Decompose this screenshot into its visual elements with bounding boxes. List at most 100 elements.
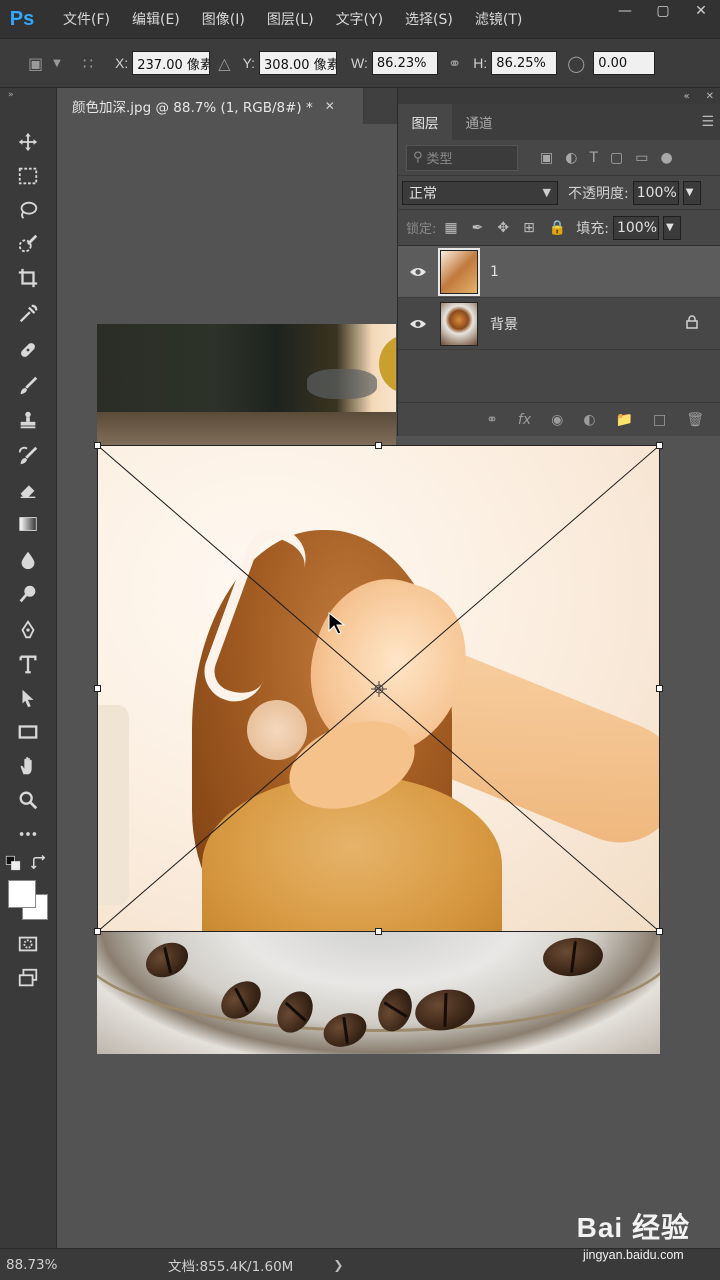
- chevron-right-icon[interactable]: ❯: [333, 1258, 343, 1272]
- pen-tool-icon[interactable]: [14, 616, 42, 644]
- eraser-tool-icon[interactable]: [14, 476, 42, 504]
- lock-all-icon[interactable]: 🔒: [549, 220, 566, 236]
- fill-dropdown-icon[interactable]: ▼: [662, 215, 681, 240]
- adjustment-layer-icon[interactable]: ◐: [583, 412, 595, 428]
- zoom-level-field[interactable]: 88.73%: [0, 1257, 58, 1273]
- transform-handle-top-right[interactable]: [656, 442, 663, 449]
- transform-handle-right[interactable]: [656, 685, 663, 692]
- blend-mode-select[interactable]: 正常 ▼: [402, 180, 558, 205]
- reference-point-icon[interactable]: ∷: [83, 54, 93, 73]
- filter-toggle-icon[interactable]: ●: [660, 150, 672, 166]
- fill-label: 填充:: [576, 220, 609, 237]
- close-icon[interactable]: ✕: [682, 0, 720, 22]
- opacity-field[interactable]: 100%: [632, 180, 679, 205]
- menu-file[interactable]: 文件(F): [52, 9, 121, 29]
- minimize-icon[interactable]: —: [606, 0, 644, 22]
- transform-handle-bottom-right[interactable]: [656, 928, 663, 935]
- width-field[interactable]: 86.23%: [371, 51, 438, 75]
- angle-field[interactable]: 0.00: [593, 51, 656, 75]
- move-tool-icon[interactable]: [14, 128, 42, 156]
- blur-tool-icon[interactable]: [14, 546, 42, 574]
- menu-edit[interactable]: 编辑(E): [121, 9, 191, 29]
- y-position-field[interactable]: 308.00 像素: [259, 51, 338, 75]
- dodge-tool-icon[interactable]: [14, 580, 42, 608]
- crop-tool-icon[interactable]: [14, 264, 42, 292]
- tab-channels[interactable]: 通道: [452, 104, 506, 140]
- restore-icon[interactable]: ▢: [644, 0, 682, 22]
- new-layer-icon[interactable]: □: [653, 412, 666, 428]
- gradient-tool-icon[interactable]: [14, 510, 42, 538]
- free-transform-box[interactable]: [94, 442, 663, 935]
- tab-strip-filler: [364, 88, 398, 124]
- chevron-down-icon: ▼: [542, 186, 551, 199]
- zoom-tool-icon[interactable]: [14, 786, 42, 814]
- quick-mask-icon[interactable]: [14, 930, 42, 958]
- chevron-down-icon[interactable]: ▼: [53, 58, 61, 69]
- visibility-eye-icon[interactable]: [398, 266, 438, 278]
- menu-layer[interactable]: 图层(L): [256, 9, 325, 29]
- filter-pixel-icon[interactable]: ▣: [540, 150, 553, 166]
- history-brush-tool-icon[interactable]: [14, 442, 42, 470]
- layer-filter-select[interactable]: ⚲ 类型: [406, 144, 518, 171]
- default-colors-icon[interactable]: [4, 854, 22, 872]
- filter-type-icon[interactable]: T: [589, 150, 598, 166]
- lock-image-pixels-icon[interactable]: ✒: [472, 220, 484, 236]
- rectangle-tool-icon[interactable]: [14, 718, 42, 746]
- marquee-tool-icon[interactable]: [14, 162, 42, 190]
- type-tool-icon[interactable]: [14, 650, 42, 678]
- layer-style-icon[interactable]: fx: [518, 412, 531, 428]
- document-tab[interactable]: 颜色加深.jpg @ 88.7% (1, RGB/8#) * ✕: [58, 88, 364, 124]
- fill-field[interactable]: 100%: [612, 215, 659, 240]
- collapse-icon[interactable]: »: [0, 88, 56, 102]
- rotate-icon[interactable]: ◯: [567, 54, 585, 73]
- close-document-icon[interactable]: ✕: [325, 99, 335, 113]
- transform-handle-bottom[interactable]: [375, 928, 382, 935]
- add-mask-icon[interactable]: ◉: [551, 412, 563, 428]
- tab-layers[interactable]: 图层: [398, 104, 452, 140]
- filter-adjustment-icon[interactable]: ◐: [565, 150, 577, 166]
- layer-name[interactable]: 背景: [490, 314, 518, 334]
- menu-filter[interactable]: 滤镜(T): [464, 9, 533, 29]
- layer-row-1[interactable]: 1: [398, 246, 720, 298]
- layer-row-background[interactable]: 背景: [398, 298, 720, 350]
- lock-artboard-icon[interactable]: ⊞: [523, 220, 535, 236]
- delete-layer-icon[interactable]: 🗑: [686, 412, 704, 428]
- brush-tool-icon[interactable]: [14, 372, 42, 400]
- new-group-icon[interactable]: 📁: [616, 412, 633, 428]
- lock-transparent-pixels-icon[interactable]: ▦: [444, 220, 457, 236]
- link-icon[interactable]: ⚭: [448, 54, 461, 73]
- x-position-field[interactable]: 237.00 像素: [132, 51, 211, 75]
- menu-image[interactable]: 图像(I): [191, 9, 256, 29]
- visibility-eye-icon[interactable]: [398, 318, 438, 330]
- transform-handle-bottom-left[interactable]: [94, 928, 101, 935]
- more-tools-icon[interactable]: [14, 820, 42, 848]
- layer-name[interactable]: 1: [490, 264, 499, 280]
- opacity-dropdown-icon[interactable]: ▼: [682, 180, 701, 205]
- y-label: Y:: [242, 55, 256, 71]
- transform-handle-top[interactable]: [375, 442, 382, 449]
- healing-brush-tool-icon[interactable]: [14, 336, 42, 364]
- transform-handle-left[interactable]: [94, 685, 101, 692]
- close-panel-icon[interactable]: ✕: [706, 91, 714, 102]
- lock-position-icon[interactable]: ✥: [497, 220, 509, 236]
- collapse-panel-icon[interactable]: «: [683, 91, 689, 102]
- lasso-tool-icon[interactable]: [14, 196, 42, 224]
- link-layers-icon[interactable]: ⚭: [486, 412, 498, 428]
- menu-type[interactable]: 文字(Y): [325, 9, 394, 29]
- menu-select[interactable]: 选择(S): [394, 9, 464, 29]
- height-field[interactable]: 86.25%: [491, 51, 558, 75]
- clone-stamp-tool-icon[interactable]: [14, 406, 42, 434]
- swap-colors-icon[interactable]: [30, 854, 48, 872]
- filter-shape-icon[interactable]: ▢: [610, 150, 623, 166]
- transform-handle-top-left[interactable]: [94, 442, 101, 449]
- path-selection-tool-icon[interactable]: [14, 684, 42, 712]
- quick-selection-tool-icon[interactable]: [14, 230, 42, 258]
- lock-icon[interactable]: [686, 314, 698, 333]
- hand-tool-icon[interactable]: [14, 752, 42, 780]
- move-tool-preset-icon[interactable]: ▣: [28, 54, 43, 73]
- screen-mode-icon[interactable]: [14, 964, 42, 992]
- filter-smart-object-icon[interactable]: ▭: [635, 150, 648, 166]
- eyedropper-tool-icon[interactable]: [14, 300, 42, 328]
- panel-menu-icon[interactable]: ☰: [701, 114, 714, 130]
- delta-icon[interactable]: △: [218, 54, 230, 73]
